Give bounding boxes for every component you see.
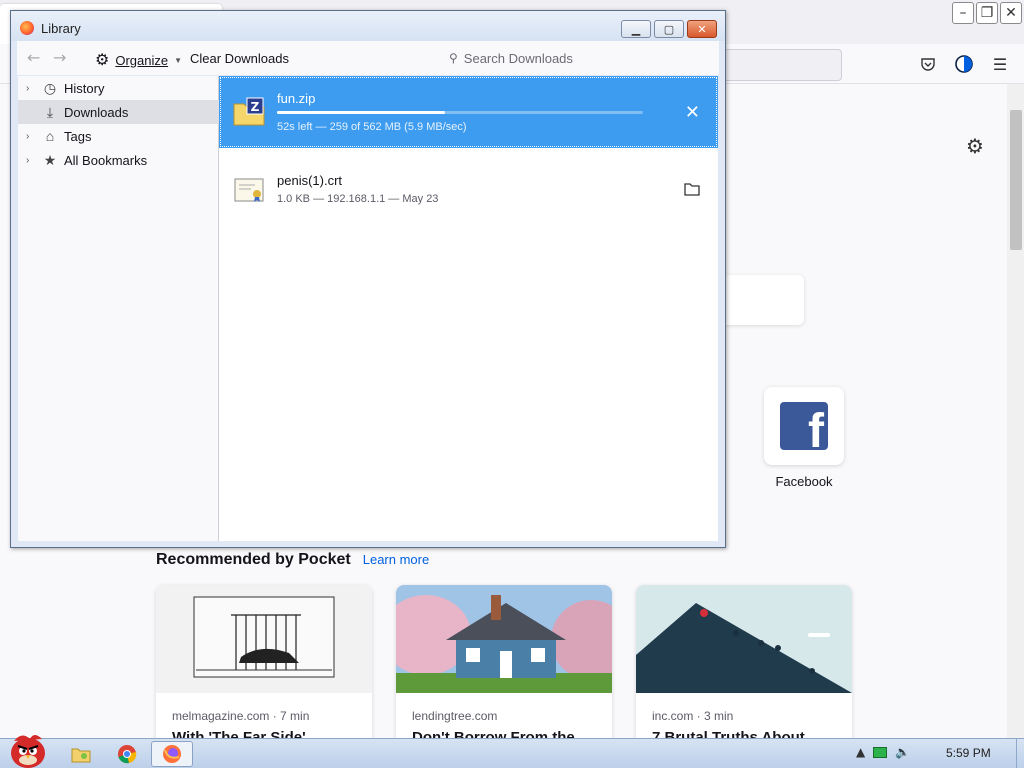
pocket-card-source: inc.com · 3 min	[652, 709, 734, 723]
downloads-list: Z fun.zip 52s left — 259 of 562 MB (5.9 …	[219, 76, 718, 541]
library-window-controls: ▁ ▢ ✕	[621, 20, 717, 38]
tray-arrow-icon[interactable]: ▲	[856, 745, 865, 759]
profile-icon[interactable]	[952, 52, 976, 76]
restore-button[interactable]: ❐	[976, 2, 998, 24]
back-arrow-icon[interactable]: ←	[27, 48, 40, 67]
svg-text:Z: Z	[251, 100, 260, 114]
star-icon: ★	[43, 151, 57, 168]
clock[interactable]: 5:59 PM	[946, 746, 991, 760]
search-icon: ⚲	[449, 51, 458, 65]
library-title: Library	[41, 21, 81, 36]
clear-downloads-button[interactable]: Clear Downloads	[190, 51, 289, 66]
pocket-icon[interactable]	[916, 52, 940, 76]
chevron-right-icon[interactable]: ›	[18, 131, 34, 142]
download-item[interactable]: penis(1).crt 1.0 KB — 192.168.1.1 — May …	[219, 154, 718, 226]
learn-more-link[interactable]: Learn more	[363, 552, 429, 567]
sidebar-item-label: Tags	[64, 128, 92, 144]
page-scrollbar[interactable]	[1007, 84, 1024, 738]
pocket-card-title: 7 Brutal Truths About	[652, 729, 805, 738]
window-controls: – ❐ ✕	[952, 2, 1022, 24]
sidebar-item-history[interactable]: › ◷ History	[18, 76, 219, 100]
network-icon[interactable]	[873, 746, 888, 758]
pocket-card[interactable]: melmagazine.com · 7 min With 'The Far Si…	[156, 585, 372, 738]
certificate-file-icon	[234, 178, 264, 202]
folder-app-icon[interactable]	[60, 741, 102, 767]
firefox-icon	[20, 21, 34, 35]
library-sidebar: › ◷ History ⤓ Downloads › ⌂ Tags › ★ All…	[18, 76, 219, 541]
menu-icon[interactable]: ☰	[988, 52, 1012, 76]
zip-file-icon: Z	[233, 97, 265, 126]
sidebar-item-downloads[interactable]: ⤓ Downloads	[18, 100, 219, 124]
library-toolbar: ← → ⚙ Organize ▼ Clear Downloads ⚲ Searc…	[17, 41, 719, 75]
pocket-card-source: melmagazine.com · 7 min	[172, 709, 310, 723]
download-progress-bar	[277, 111, 643, 114]
pocket-title: Recommended by Pocket	[156, 551, 351, 568]
search-placeholder: Search Downloads	[463, 50, 573, 66]
shortcut-label: Facebook	[775, 474, 833, 489]
folder-icon[interactable]	[684, 181, 700, 200]
organize-label: Organize	[115, 52, 169, 68]
minimize-button[interactable]: ▁	[621, 20, 651, 38]
chevron-right-icon[interactable]: ›	[18, 155, 34, 166]
pocket-card-title: Don't Borrow From the	[412, 729, 575, 738]
gear-icon: ⚙	[95, 52, 110, 69]
system-tray: ▲ 🔈	[856, 745, 910, 759]
show-desktop-button[interactable]	[1016, 739, 1024, 768]
forward-arrow-icon[interactable]: →	[53, 48, 66, 67]
download-icon: ⤓	[46, 103, 54, 120]
chrome-app-icon[interactable]	[106, 741, 148, 767]
download-status: 1.0 KB — 192.168.1.1 — May 23	[277, 193, 439, 205]
start-button[interactable]	[6, 729, 50, 768]
pocket-card-image	[636, 585, 852, 693]
volume-icon[interactable]: 🔈	[895, 745, 910, 759]
clock-icon: ◷	[43, 79, 57, 96]
organize-button[interactable]: ⚙ Organize ▼	[95, 50, 182, 70]
download-filename: penis(1).crt	[277, 173, 343, 188]
download-progress-fill	[277, 111, 446, 114]
download-item[interactable]: Z fun.zip 52s left — 259 of 562 MB (5.9 …	[219, 76, 718, 148]
pocket-header: Recommended by Pocket Learn more	[156, 551, 429, 569]
tag-icon: ⌂	[45, 128, 55, 144]
pocket-card-image	[156, 585, 372, 693]
close-button[interactable]: ✕	[687, 20, 717, 38]
pocket-card-title: With 'The Far Side'	[172, 729, 306, 738]
library-window: Library ▁ ▢ ✕ ← → ⚙ Organize ▼ Clear Dow…	[10, 10, 726, 548]
facebook-icon: f	[780, 402, 828, 450]
pocket-card[interactable]: inc.com · 3 min 7 Brutal Truths About	[636, 585, 852, 738]
scrollbar-thumb[interactable]	[1010, 110, 1022, 250]
maximize-button[interactable]: ▢	[654, 20, 684, 38]
chevron-right-icon[interactable]: ›	[18, 83, 34, 94]
gear-icon[interactable]: ⚙	[966, 134, 984, 158]
chevron-down-icon: ▼	[174, 55, 183, 65]
pocket-card-source: lendingtree.com	[412, 709, 498, 723]
firefox-app-icon[interactable]	[151, 741, 193, 767]
taskbar: ▲ 🔈 5:59 PM	[0, 735, 1024, 768]
pocket-card[interactable]: lendingtree.com Don't Borrow From the	[396, 585, 612, 738]
shortcut-facebook[interactable]: f	[764, 387, 844, 465]
sidebar-item-label: History	[64, 80, 105, 96]
download-status: 52s left — 259 of 562 MB (5.9 MB/sec)	[277, 121, 467, 133]
close-button[interactable]: ✕	[1000, 2, 1022, 24]
sidebar-item-tags[interactable]: › ⌂ Tags	[18, 124, 219, 148]
cancel-icon[interactable]: ✕	[685, 102, 700, 123]
search-downloads-input[interactable]: ⚲ Search Downloads	[439, 44, 717, 72]
sidebar-item-label: All Bookmarks	[64, 152, 148, 168]
sidebar-item-label: Downloads	[64, 104, 129, 120]
pocket-card-image	[396, 585, 612, 693]
download-filename: fun.zip	[277, 91, 316, 106]
minimize-button[interactable]: –	[952, 2, 974, 24]
library-titlebar: Library ▁ ▢ ✕	[11, 11, 725, 41]
sidebar-item-all-bookmarks[interactable]: › ★ All Bookmarks	[18, 148, 219, 172]
